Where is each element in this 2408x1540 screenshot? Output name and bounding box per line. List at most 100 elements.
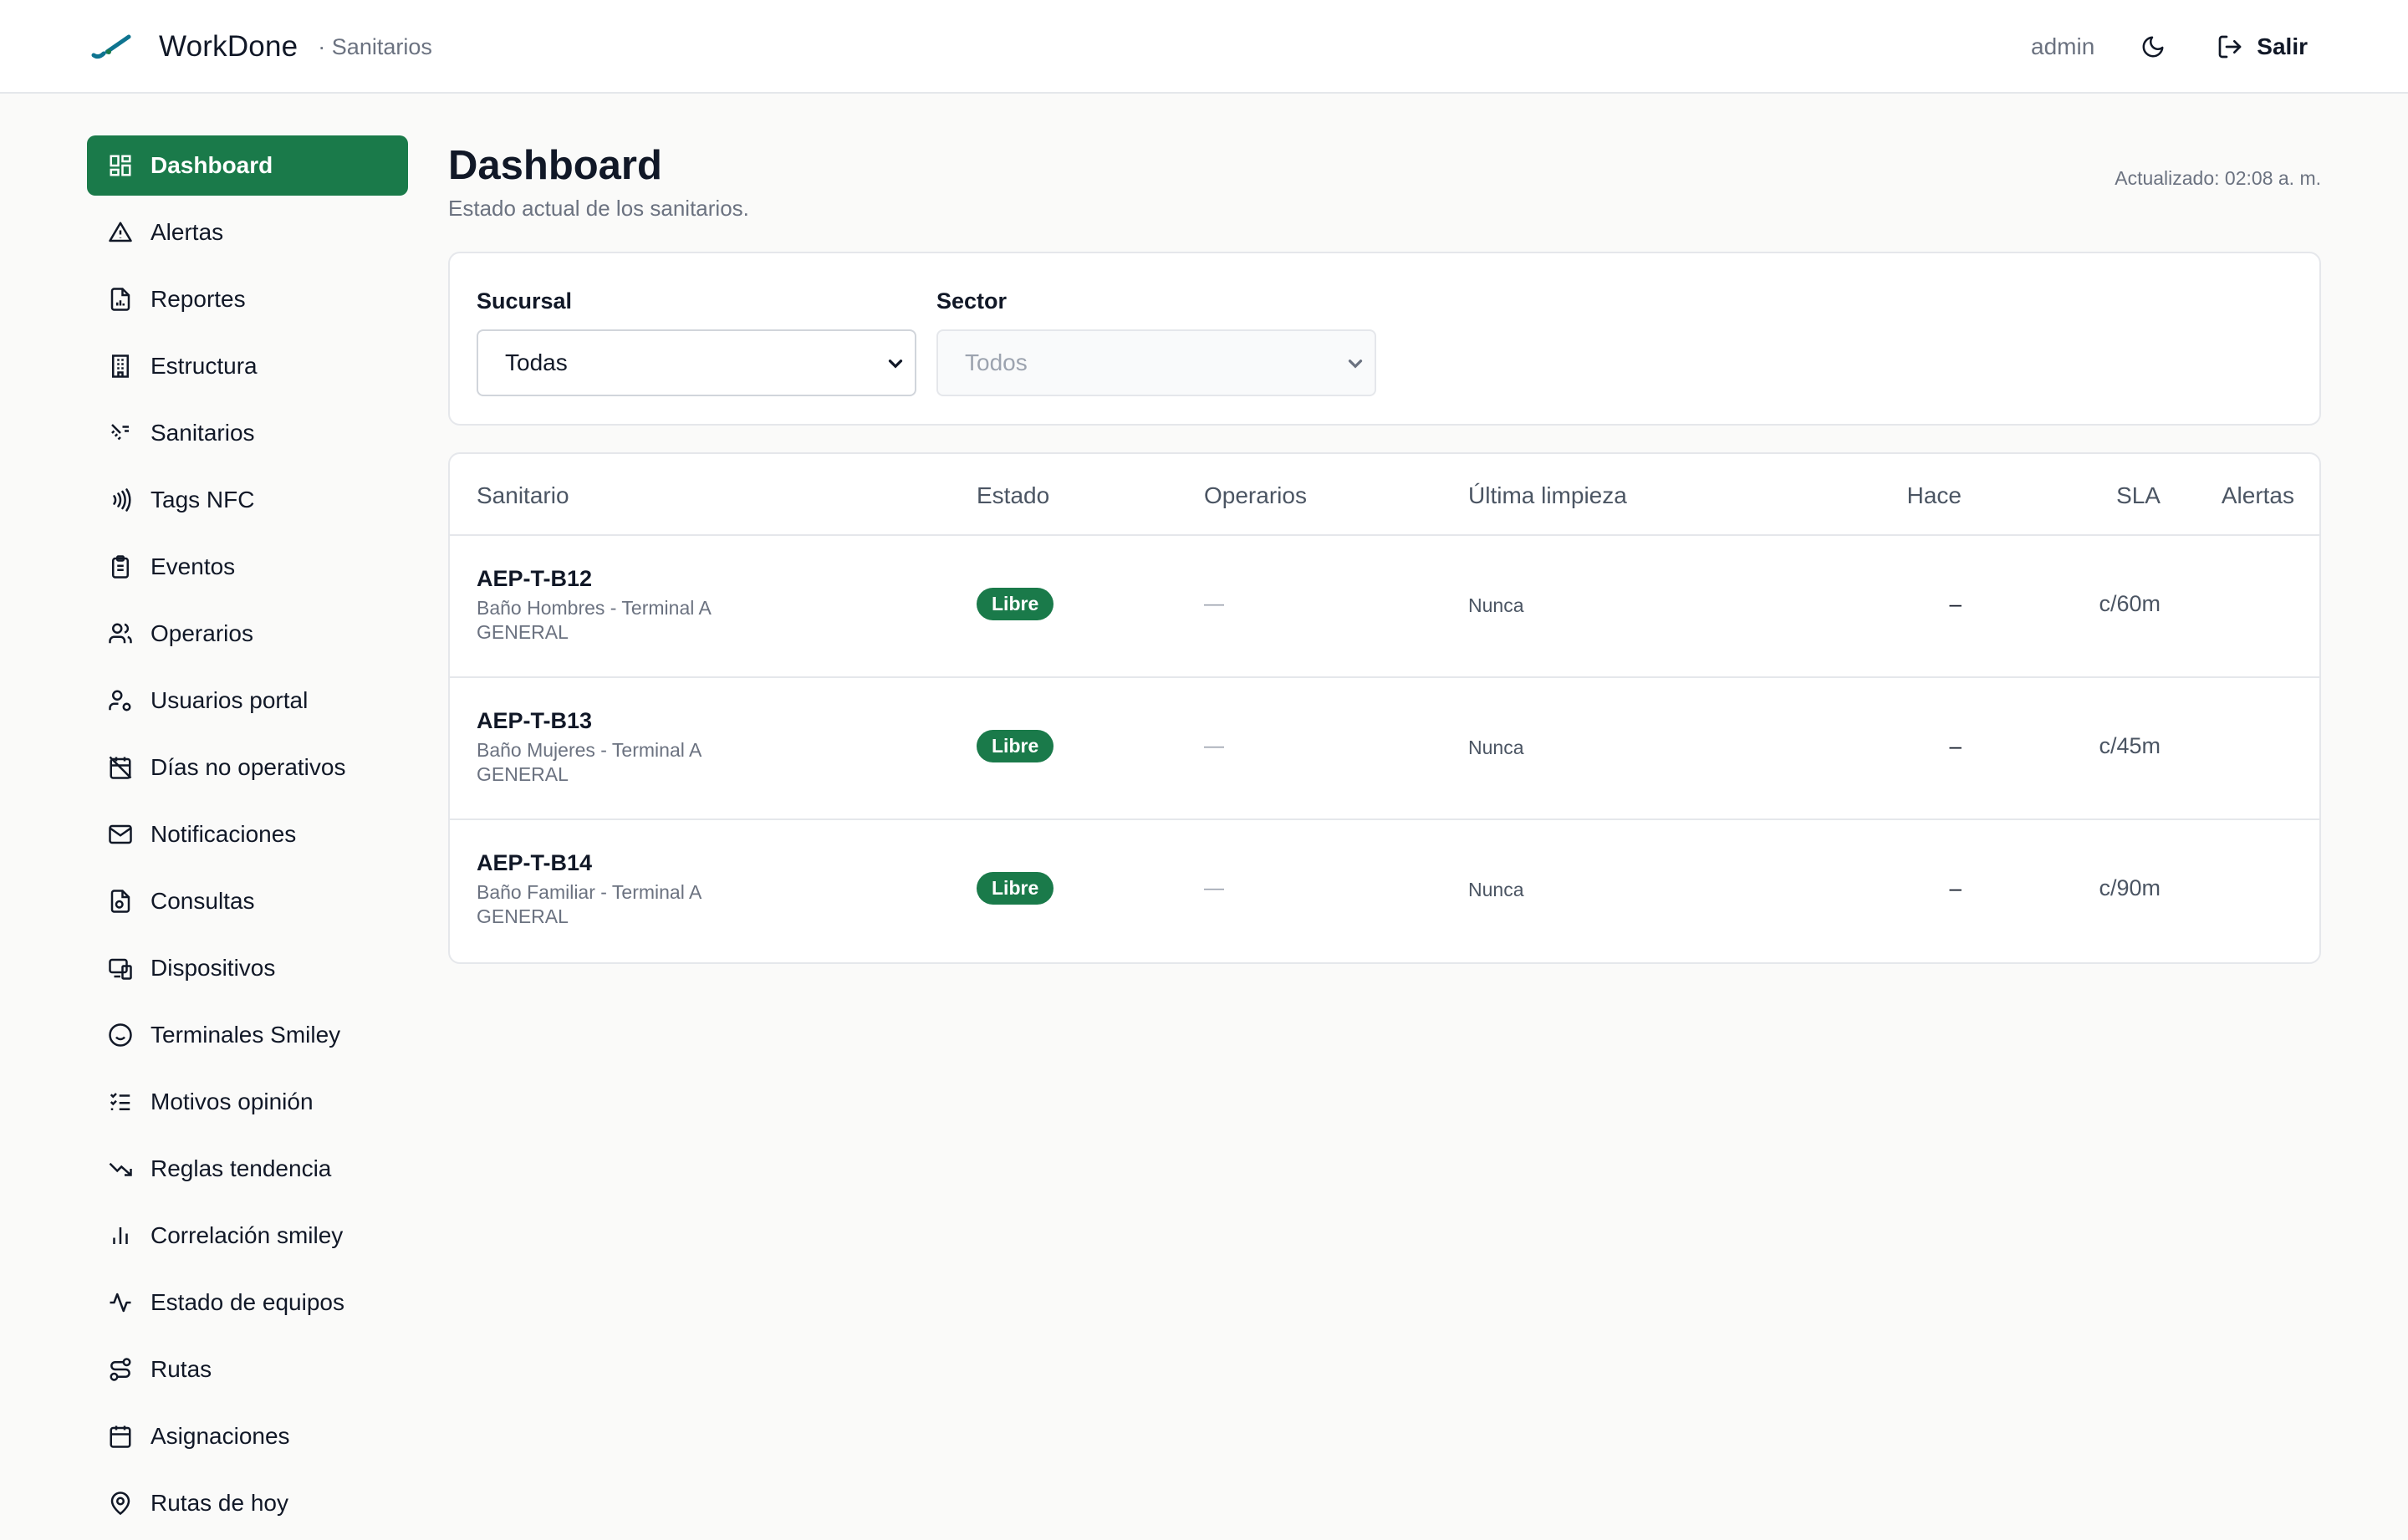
column-header-hace: Hace [1906, 482, 1962, 508]
ultima-limpieza-value: Nunca [1468, 594, 1524, 616]
sidebar-item-correlacion-smiley[interactable]: Correlación smiley [87, 1206, 408, 1266]
sidebar-item-sanitarios[interactable]: Sanitarios [87, 403, 408, 463]
status-badge: Libre [977, 872, 1054, 905]
main-content: Dashboard Estado actual de los sanitario… [448, 135, 2321, 964]
hace-value: – [1949, 875, 1962, 900]
column-header-alertas: Alertas [2221, 482, 2294, 508]
clipboard-icon [107, 553, 134, 580]
hace-value: – [1949, 591, 1962, 616]
report-file-icon [107, 286, 134, 313]
sidebar-item-notificaciones[interactable]: Notificaciones [87, 804, 408, 864]
section-label: · Sanitarios [318, 33, 432, 59]
sanitario-cell: AEP-T-B14 Baño Familiar - Terminal A GEN… [477, 850, 701, 928]
sidebar-item-usuarios-portal[interactable]: Usuarios portal [87, 671, 408, 731]
sidebar-item-label: Reportes [150, 286, 246, 312]
sidebar-item-label: Consultas [150, 888, 255, 914]
chevron-down-icon [1348, 360, 1363, 369]
sidebar-item-label: Eventos [150, 553, 236, 579]
theme-toggle-button[interactable] [2136, 30, 2170, 64]
sidebar-item-dispositivos[interactable]: Dispositivos [87, 938, 408, 998]
column-header-operarios: Operarios [1204, 482, 1307, 508]
sanitario-code: AEP-T-B12 [477, 566, 593, 591]
dashboard-icon [107, 152, 134, 179]
sanitarios-table: Sanitario Estado Operarios Última limpie… [448, 452, 2321, 964]
sanitario-code: AEP-T-B13 [477, 708, 593, 733]
map-pin-icon [107, 1490, 134, 1517]
hace-value: – [1949, 733, 1962, 758]
sidebar-item-terminales-smiley[interactable]: Terminales Smiley [87, 1005, 408, 1065]
logout-icon [2218, 35, 2242, 59]
alert-triangle-icon [107, 219, 134, 246]
user-name: admin [2031, 33, 2095, 59]
sidebar-item-label: Sanitarios [150, 420, 255, 446]
sanitario-cell: AEP-T-B13 Baño Mujeres - Terminal A GENE… [477, 708, 701, 786]
table-row[interactable]: AEP-T-B14 Baño Familiar - Terminal A GEN… [450, 820, 2319, 962]
sidebar-item-label: Dispositivos [150, 955, 276, 981]
column-header-sanitario: Sanitario [477, 482, 569, 508]
sidebar-item-reglas-tendencia[interactable]: Reglas tendencia [87, 1139, 408, 1199]
sucursal-filter: Sucursal Todas [477, 288, 916, 396]
sector-select[interactable]: Todos [936, 329, 1376, 396]
calendar-off-icon [107, 754, 134, 781]
filters-card: Sucursal Todas Sector Todos [448, 252, 2321, 426]
sanitario-place: Baño Familiar - Terminal A [477, 881, 702, 903]
brand[interactable]: WorkDone · Sanitarios [90, 23, 432, 70]
logout-button[interactable]: Salir [2217, 33, 2308, 60]
operarios-value: — [1204, 593, 1224, 615]
table-row[interactable]: AEP-T-B12 Baño Hombres - Terminal A GENE… [450, 536, 2319, 678]
sidebar-item-estado-de-equipos[interactable]: Estado de equipos [87, 1272, 408, 1333]
sidebar-item-motivos-opinion[interactable]: Motivos opinión [87, 1072, 408, 1132]
sidebar-item-label: Estructura [150, 353, 258, 379]
sucursal-select[interactable]: Todas [477, 329, 916, 396]
building-icon [107, 353, 134, 380]
sidebar-item-dashboard[interactable]: Dashboard [87, 135, 408, 196]
sidebar-item-consultas[interactable]: Consultas [87, 871, 408, 931]
sidebar-item-tags-nfc[interactable]: Tags NFC [87, 470, 408, 530]
nfc-icon [107, 487, 134, 513]
sidebar-item-eventos[interactable]: Eventos [87, 537, 408, 597]
sidebar-item-rutas-de-hoy[interactable]: Rutas de hoy [87, 1473, 408, 1533]
sanitario-sector: GENERAL [477, 905, 569, 927]
status-badge: Libre [977, 730, 1054, 762]
top-header: WorkDone · Sanitarios admin Salir [0, 0, 2408, 94]
sanitario-cell: AEP-T-B12 Baño Hombres - Terminal A GENE… [477, 566, 712, 644]
sidebar-item-label: Dashboard [150, 152, 273, 178]
table-row[interactable]: AEP-T-B13 Baño Mujeres - Terminal A GENE… [450, 678, 2319, 820]
status-badge: Libre [977, 588, 1054, 620]
sidebar-item-label: Días no operativos [150, 754, 346, 780]
last-updated-label: Actualizado: 02:08 a. m. [2115, 167, 2321, 189]
sidebar-item-reportes[interactable]: Reportes [87, 269, 408, 329]
sidebar-item-label: Operarios [150, 620, 253, 646]
mail-icon [107, 821, 134, 848]
smiley-icon [107, 1022, 134, 1048]
sidebar-item-operarios[interactable]: Operarios [87, 604, 408, 664]
sidebar-item-label: Notificaciones [150, 821, 297, 847]
sidebar-item-label: Usuarios portal [150, 687, 309, 713]
toilet-icon [107, 420, 134, 446]
calendar-icon [107, 1423, 134, 1450]
sidebar-item-rutas[interactable]: Rutas [87, 1339, 408, 1400]
sidebar-item-label: Rutas [150, 1356, 212, 1382]
sidebar-item-alertas[interactable]: Alertas [87, 202, 408, 263]
sidebar-item-label: Asignaciones [150, 1423, 290, 1449]
sidebar: Dashboard Alertas Reportes Estructura Sa… [87, 135, 408, 1540]
sla-value: c/90m [2099, 875, 2161, 900]
sidebar-item-label: Terminales Smiley [150, 1022, 341, 1048]
sidebar-item-label: Motivos opinión [150, 1089, 314, 1114]
sector-label: Sector [936, 288, 1008, 314]
column-header-estado: Estado [977, 482, 1050, 508]
sanitario-place: Baño Hombres - Terminal A [477, 597, 712, 619]
sidebar-item-dias-no-operativos[interactable]: Días no operativos [87, 737, 408, 798]
sidebar-item-asignaciones[interactable]: Asignaciones [87, 1406, 408, 1466]
sidebar-item-estructura[interactable]: Estructura [87, 336, 408, 396]
activity-icon [107, 1289, 134, 1316]
brand-name: WorkDone [159, 30, 298, 63]
column-header-ultima-limpieza: Última limpieza [1468, 482, 1627, 508]
sucursal-select-value: Todas [505, 349, 568, 375]
page-subtitle: Estado actual de los sanitarios. [448, 196, 749, 221]
sanitario-code: AEP-T-B14 [477, 850, 593, 875]
operarios-value: — [1204, 877, 1224, 900]
trending-down-icon [107, 1155, 134, 1182]
ultima-limpieza-value: Nunca [1468, 737, 1524, 758]
sla-value: c/60m [2099, 591, 2161, 616]
